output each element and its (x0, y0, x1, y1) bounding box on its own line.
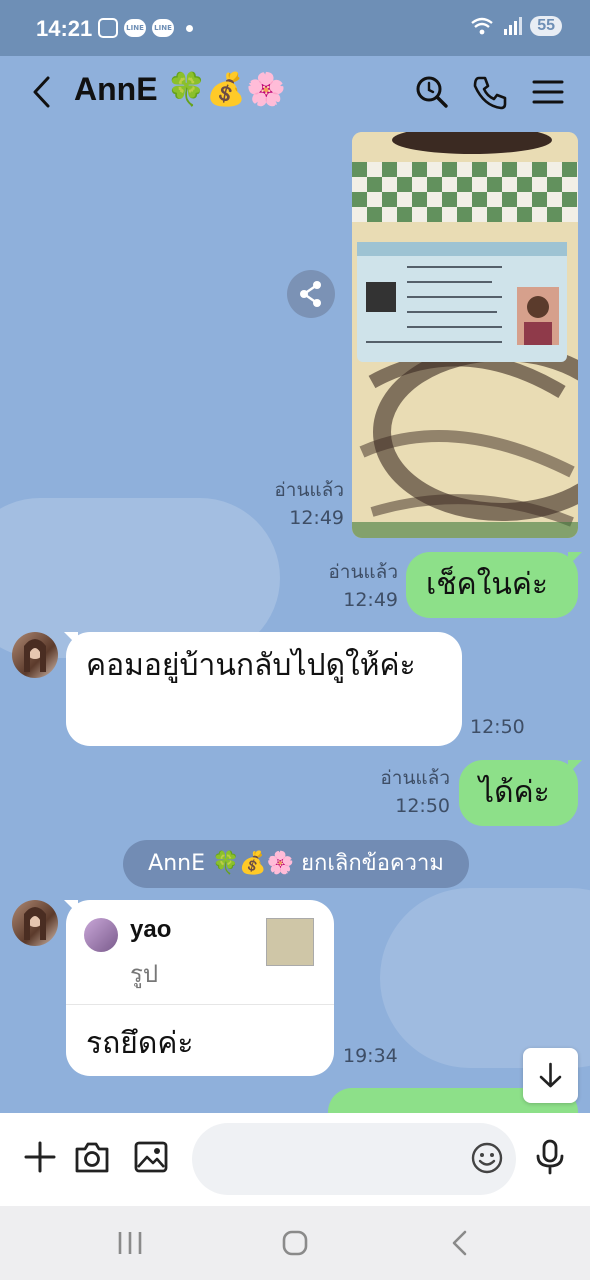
id-card-photo (352, 132, 578, 538)
more-notifications-dot (186, 24, 193, 32)
scroll-to-bottom-button[interactable] (523, 1048, 578, 1103)
system-notice: AnnE 🍀💰🌸 ยกเลิกข้อความ (123, 840, 469, 888)
message-input-bar (0, 1113, 590, 1206)
quoted-name: yao (130, 916, 172, 943)
image-meta: อ่านแล้ว 12:49 (248, 476, 344, 532)
read-receipt: อ่านแล้ว (380, 767, 450, 789)
search-icon[interactable] (412, 72, 452, 112)
status-bar: 14:21 LINE LINE 55 (0, 0, 590, 56)
sent-image-id-card[interactable] (352, 132, 578, 538)
camera-icon[interactable] (72, 1137, 112, 1177)
arrow-down-icon (539, 1062, 562, 1088)
message-input-field[interactable] (192, 1123, 516, 1195)
share-button[interactable] (287, 270, 335, 318)
background-cloud-2 (380, 888, 590, 1068)
screenshot-icon (98, 18, 118, 38)
quote-divider (66, 1004, 334, 1005)
back-arrow-icon[interactable] (26, 72, 62, 112)
quoted-type: รูป (130, 960, 159, 988)
message-time: 12:49 (289, 507, 344, 529)
plus-icon[interactable] (20, 1137, 60, 1177)
back-nav-icon[interactable] (448, 1229, 472, 1257)
message-time: 12:49 (343, 589, 398, 611)
m1-meta: อ่านแล้ว 12:49 (300, 558, 398, 614)
line-notification-icon-2: LINE (152, 19, 174, 37)
bubble-tail (64, 900, 78, 914)
signal-icon (504, 17, 523, 35)
microphone-icon[interactable] (530, 1137, 570, 1177)
m3-meta: อ่านแล้ว 12:50 (352, 764, 450, 820)
battery-indicator: 55 (530, 16, 562, 36)
bubble-tail (64, 632, 78, 646)
quoted-image-thumbnail[interactable] (266, 918, 314, 966)
status-notification-icons: LINE LINE (98, 18, 193, 38)
reply-message-bubble[interactable]: yao รูป รถยึดค่ะ (66, 900, 334, 1076)
message-text: เช็คในค่ะ (426, 567, 549, 602)
status-time: 14:21 (36, 16, 93, 41)
message-text: คอมอยู่บ้านกลับไปดูให้ค่ะ (86, 648, 416, 683)
avatar[interactable] (12, 900, 58, 946)
menu-icon[interactable] (528, 72, 568, 112)
read-receipt: อ่านแล้ว (328, 561, 398, 583)
incoming-message-bubble[interactable]: คอมอยู่บ้านกลับไปดูให้ค่ะ (66, 632, 462, 746)
outgoing-message-bubble[interactable]: เช็คในค่ะ (406, 552, 578, 618)
bubble-tail (568, 760, 582, 774)
system-navigation-bar (0, 1206, 590, 1280)
read-receipt: อ่านแล้ว (274, 479, 344, 501)
chat-header: AnnE 🍀💰🌸 (0, 56, 590, 128)
bubble-tail (568, 552, 582, 566)
message-time: 19:34 (343, 1045, 398, 1067)
wifi-icon (471, 17, 493, 35)
avatar-photo (24, 907, 46, 940)
chat-area[interactable]: อ่านแล้ว 12:49 อ่านแล้ว 12:49 เช็คในค่ะ … (0, 128, 590, 1113)
emoji-icon[interactable] (470, 1141, 504, 1175)
recent-apps-icon[interactable] (116, 1230, 144, 1256)
home-icon[interactable] (281, 1229, 309, 1257)
line-notification-icon: LINE (124, 19, 146, 37)
avatar-photo (24, 639, 46, 672)
message-time: 12:50 (470, 716, 525, 738)
message-text: ได้ค่ะ (479, 775, 550, 810)
message-text: รถยึดค่ะ (86, 1026, 194, 1061)
status-system-icons: 55 (470, 16, 562, 36)
message-time: 12:50 (395, 795, 450, 817)
share-icon (300, 281, 321, 307)
avatar[interactable] (12, 632, 58, 678)
outgoing-message-bubble[interactable]: ได้ค่ะ (459, 760, 578, 826)
image-icon[interactable] (131, 1137, 171, 1177)
phone-icon[interactable] (470, 72, 510, 112)
chat-title: AnnE 🍀💰🌸 (74, 71, 286, 107)
quoted-avatar (84, 918, 118, 952)
